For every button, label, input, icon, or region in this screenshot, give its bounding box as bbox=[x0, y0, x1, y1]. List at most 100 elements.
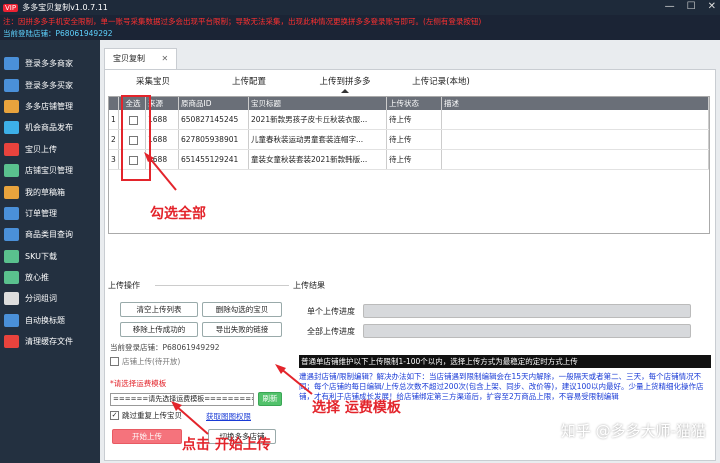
sidebar-item-label: 自动换标题 bbox=[25, 315, 65, 325]
sidebar-item-10[interactable]: 放心推 bbox=[0, 267, 100, 288]
annotation-select-template: 选择 运费模板 bbox=[312, 400, 401, 416]
sidebar-item-label: 宝贝上传 bbox=[25, 144, 57, 154]
sidebar-item-label: 订单管理 bbox=[25, 208, 57, 218]
table-row[interactable]: 3 1688 651455129241 童装女童秋装套装2021新款韩版... … bbox=[109, 150, 709, 170]
arrow-select-template bbox=[275, 364, 313, 395]
monitor-icon bbox=[4, 78, 19, 92]
subtab-upload[interactable]: 上传到拼多多 bbox=[297, 75, 393, 93]
row-title: 童装女童秋装套装2021新款韩版... bbox=[249, 150, 387, 169]
all-progress-label: 全部上传进度 bbox=[307, 327, 355, 336]
tab-label: 宝贝复制 bbox=[113, 54, 145, 63]
table-row[interactable]: 1 1688 650827145245 2021新款男孩子皮卡丘秋装衣服... … bbox=[109, 110, 709, 130]
single-progress-label: 单个上传进度 bbox=[307, 307, 355, 316]
manage-icon bbox=[4, 164, 19, 178]
sidebar-item-label: SKU下载 bbox=[25, 251, 57, 261]
close-icon[interactable]: ✕ bbox=[708, 1, 716, 12]
subtab-records[interactable]: 上传记录(本地) bbox=[393, 75, 489, 87]
title-bar: VIP 多多宝贝复制v1.0.7.11 — ☐ ✕ bbox=[0, 0, 720, 15]
sidebar-item-label: 多多店铺管理 bbox=[25, 101, 73, 111]
sidebar-item-7[interactable]: 订单管理 bbox=[0, 203, 100, 224]
all-progress-bar bbox=[363, 324, 691, 338]
category-icon bbox=[4, 228, 19, 242]
monitor-icon bbox=[4, 57, 19, 71]
sidebar-item-11[interactable]: 分词组词 bbox=[0, 288, 100, 309]
tool-icon bbox=[4, 292, 19, 306]
sidebar-item-4[interactable]: 宝贝上传 bbox=[0, 139, 100, 160]
notice-text: 注：因拼多多手机安全限制，单一账号采集数据过多会出现平台限制；导致无法采集，出现… bbox=[0, 15, 720, 28]
remove-success-button[interactable]: 移除上传成功的 bbox=[120, 322, 198, 337]
sidebar-item-label: 登录多多商家 bbox=[25, 59, 73, 69]
annotation-start-upload: 点击 开始上传 bbox=[182, 437, 271, 453]
row-product-id: 627805938901 bbox=[179, 130, 249, 149]
row-index: 1 bbox=[109, 110, 119, 129]
upload-icon bbox=[4, 142, 19, 156]
row-title: 儿童春秋装运动男童套装连帽字... bbox=[249, 130, 387, 149]
tab-copy[interactable]: 宝贝复制 ✕ bbox=[104, 48, 178, 70]
current-shop-line: 当前登录店铺：P68061949292 bbox=[110, 343, 220, 352]
delete-checked-button[interactable]: 删除勾选的宝贝 bbox=[202, 302, 282, 317]
row-status: 待上传 bbox=[387, 150, 442, 169]
sidebar-item-label: 商品类目查询 bbox=[25, 230, 73, 240]
sidebar-item-label: 登录多多买家 bbox=[25, 80, 73, 90]
upload-result-title: 上传结果 bbox=[293, 281, 325, 290]
sidebar-item-1[interactable]: 登录多多买家 bbox=[0, 74, 100, 95]
publish-icon bbox=[4, 121, 19, 135]
promote-icon bbox=[4, 271, 19, 285]
window-title: 多多宝贝复制v1.0.7.11 bbox=[22, 3, 108, 12]
sidebar-item-5[interactable]: 店铺宝贝管理 bbox=[0, 160, 100, 181]
clean-icon bbox=[4, 335, 19, 349]
header-title: 宝贝标题 bbox=[249, 97, 387, 110]
header-desc: 描述 bbox=[442, 97, 709, 110]
tab-close-icon[interactable]: ✕ bbox=[162, 54, 169, 63]
row-index: 3 bbox=[109, 150, 119, 169]
single-progress-bar bbox=[363, 304, 691, 318]
order-icon bbox=[4, 206, 19, 220]
row-status: 待上传 bbox=[387, 130, 442, 149]
current-shop-label: 当前登陆店铺：P68061949292 bbox=[0, 28, 720, 40]
annotation-select-all: 勾选全部 bbox=[150, 206, 206, 222]
maximize-icon[interactable]: ☐ bbox=[687, 1, 696, 12]
minimize-icon[interactable]: — bbox=[665, 1, 675, 12]
row-index: 2 bbox=[109, 130, 119, 149]
store-icon bbox=[4, 99, 19, 113]
draft-icon bbox=[4, 185, 19, 199]
title-icon bbox=[4, 313, 19, 327]
sidebar-item-3[interactable]: 机会商品发布 bbox=[0, 117, 100, 138]
download-icon bbox=[4, 249, 19, 263]
upload-limit-note: 普通单店铺维护以下上传限制1-100个以内，选择上传方式为最稳定的定时方式上传 bbox=[299, 355, 711, 368]
sidebar-item-label: 我的草稿箱 bbox=[25, 187, 65, 197]
watermark: 知乎 @多多大师-猫猫 bbox=[560, 422, 706, 440]
header-product-id: 原商品ID bbox=[179, 97, 249, 110]
grid-header: 全选 来源 原商品ID 宝贝标题 上传状态 描述 bbox=[109, 97, 709, 110]
row-status: 待上传 bbox=[387, 110, 442, 129]
sidebar-item-6[interactable]: 我的草稿箱 bbox=[0, 181, 100, 202]
arrow-start-upload bbox=[171, 401, 209, 435]
sidebar-item-label: 店铺宝贝管理 bbox=[25, 166, 73, 176]
sidebar-item-13[interactable]: 清理缓存文件 bbox=[0, 331, 100, 352]
clear-list-button[interactable]: 清空上传列表 bbox=[120, 302, 198, 317]
row-title: 2021新款男孩子皮卡丘秋装衣服... bbox=[249, 110, 387, 129]
sidebar-item-12[interactable]: 自动换标题 bbox=[0, 310, 100, 331]
subtab-collect[interactable]: 采集宝贝 bbox=[105, 75, 201, 87]
row-product-id: 650827145245 bbox=[179, 110, 249, 129]
skip-duplicate-checkbox[interactable]: ✓ bbox=[110, 411, 119, 420]
shop-upload-checkbox[interactable] bbox=[110, 357, 119, 366]
subtab-config[interactable]: 上传配置 bbox=[201, 75, 297, 87]
sidebar-item-9[interactable]: SKU下载 bbox=[0, 246, 100, 267]
template-label: *请选择运费模板 bbox=[110, 379, 167, 388]
vip-badge: VIP bbox=[3, 3, 19, 12]
shop-upload-label: 店铺上传(待开放) bbox=[122, 357, 181, 366]
header-status: 上传状态 bbox=[387, 97, 442, 110]
sidebar-item-8[interactable]: 商品类目查询 bbox=[0, 224, 100, 245]
export-fail-button[interactable]: 导出失败的链接 bbox=[202, 322, 282, 337]
sidebar-item-label: 放心推 bbox=[25, 273, 49, 283]
sidebar-item-2[interactable]: 多多店铺管理 bbox=[0, 96, 100, 117]
arrow-select-all bbox=[144, 152, 177, 191]
sidebar-item-label: 分词组词 bbox=[25, 294, 57, 304]
sidebar: 登录多多商家 登录多多买家 多多店铺管理 机会商品发布 宝贝上传店铺宝贝管理 我的草稿箱订… bbox=[0, 40, 100, 463]
sidebar-item-label: 机会商品发布 bbox=[25, 123, 73, 133]
table-row[interactable]: 2 1688 627805938901 儿童春秋装运动男童套装连帽字... 待上… bbox=[109, 130, 709, 150]
sidebar-item-0[interactable]: 登录多多商家 bbox=[0, 53, 100, 74]
sidebar-item-label: 清理缓存文件 bbox=[25, 337, 73, 347]
sub-nav: 采集宝贝 上传配置 上传到拼多多 上传记录(本地) bbox=[105, 70, 715, 93]
